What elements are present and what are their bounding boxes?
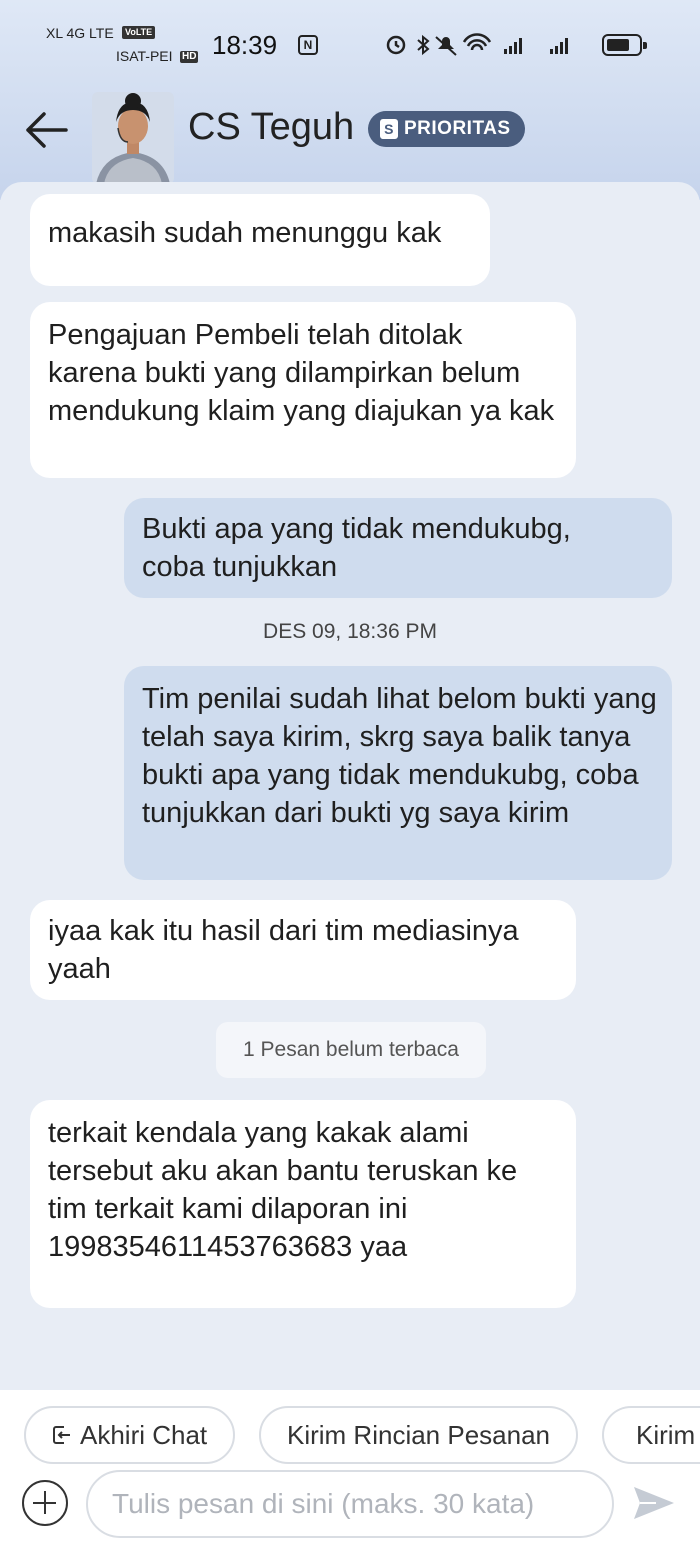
signal-icon	[550, 38, 568, 54]
message-outgoing: Bukti apa yang tidak mendukubg, coba tun…	[124, 498, 672, 598]
battery-icon	[602, 34, 647, 56]
message-text: iyaa kak itu hasil dari tim mediasinya y…	[48, 915, 519, 985]
message-outgoing: Tim penilai sudah lihat belom bukti yang…	[124, 666, 672, 880]
message-text: Bukti apa yang tidak mendukubg, coba tun…	[142, 513, 571, 583]
chat-header: XL 4G LTE VoLTE ISAT-PEI HD 18:39 N CS T…	[0, 0, 700, 200]
carrier-label-2: ISAT-PEI	[116, 48, 173, 64]
end-chat-label: Akhiri Chat	[80, 1420, 208, 1450]
composer-area: Akhiri Chat Kirim Rincian Pesanan Kirim	[0, 1390, 700, 1562]
message-incoming: iyaa kak itu hasil dari tim mediasinya y…	[30, 900, 576, 1000]
send-icon[interactable]	[630, 1483, 678, 1523]
exit-icon	[53, 1426, 70, 1444]
message-text: Pengajuan Pembeli telah ditolak karena b…	[48, 319, 555, 427]
message-text: terkait kendala yang kakak alami tersebu…	[48, 1117, 518, 1263]
clock: 18:39	[212, 30, 278, 60]
badge-label: PRIORITAS	[404, 118, 511, 139]
volte-badge: VoLTE	[122, 26, 156, 39]
send-order-details-label: Kirim Rincian Pesanan	[287, 1420, 551, 1450]
wifi-icon	[462, 33, 492, 51]
message-incoming: terkait kendala yang kakak alami tersebu…	[30, 1100, 576, 1308]
back-arrow-icon[interactable]	[22, 108, 70, 152]
message-text: makasih sudah menunggu kak	[48, 217, 442, 249]
hd-badge: HD	[180, 51, 199, 63]
date-separator: DES 09, 18:36 PM	[263, 620, 437, 643]
message-incoming: makasih sudah menunggu kak	[30, 194, 490, 286]
chat-area[interactable]: makasih sudah menunggu kak Pengajuan Pem…	[0, 182, 700, 1392]
end-chat-button[interactable]: Akhiri Chat	[24, 1406, 236, 1464]
alarm-icon	[386, 35, 406, 55]
mute-icon	[435, 36, 457, 56]
add-attachment-icon[interactable]	[22, 1480, 68, 1526]
bluetooth-icon	[417, 34, 430, 56]
status-icons	[386, 33, 568, 56]
nfc-icon: N	[298, 35, 318, 55]
avatar[interactable]	[92, 92, 174, 184]
send-more-button[interactable]: Kirim	[602, 1406, 700, 1464]
message-input[interactable]	[86, 1470, 614, 1538]
carrier-label: XL 4G LTE	[46, 25, 114, 41]
signal-icon	[504, 38, 522, 54]
status-bar: XL 4G LTE VoLTE ISAT-PEI HD 18:39 N	[0, 0, 700, 80]
unread-indicator: 1 Pesan belum terbaca	[216, 1022, 486, 1078]
send-order-details-button[interactable]: Kirim Rincian Pesanan	[259, 1406, 579, 1464]
shopee-bag-icon: S	[380, 119, 398, 139]
message-incoming: Pengajuan Pembeli telah ditolak karena b…	[30, 302, 576, 478]
send-more-label: Kirim	[636, 1420, 696, 1450]
priority-badge: S PRIORITAS	[368, 111, 525, 147]
message-text: Tim penilai sudah lihat belom bukti yang…	[142, 683, 657, 829]
page-title: CS Teguh	[188, 106, 355, 148]
